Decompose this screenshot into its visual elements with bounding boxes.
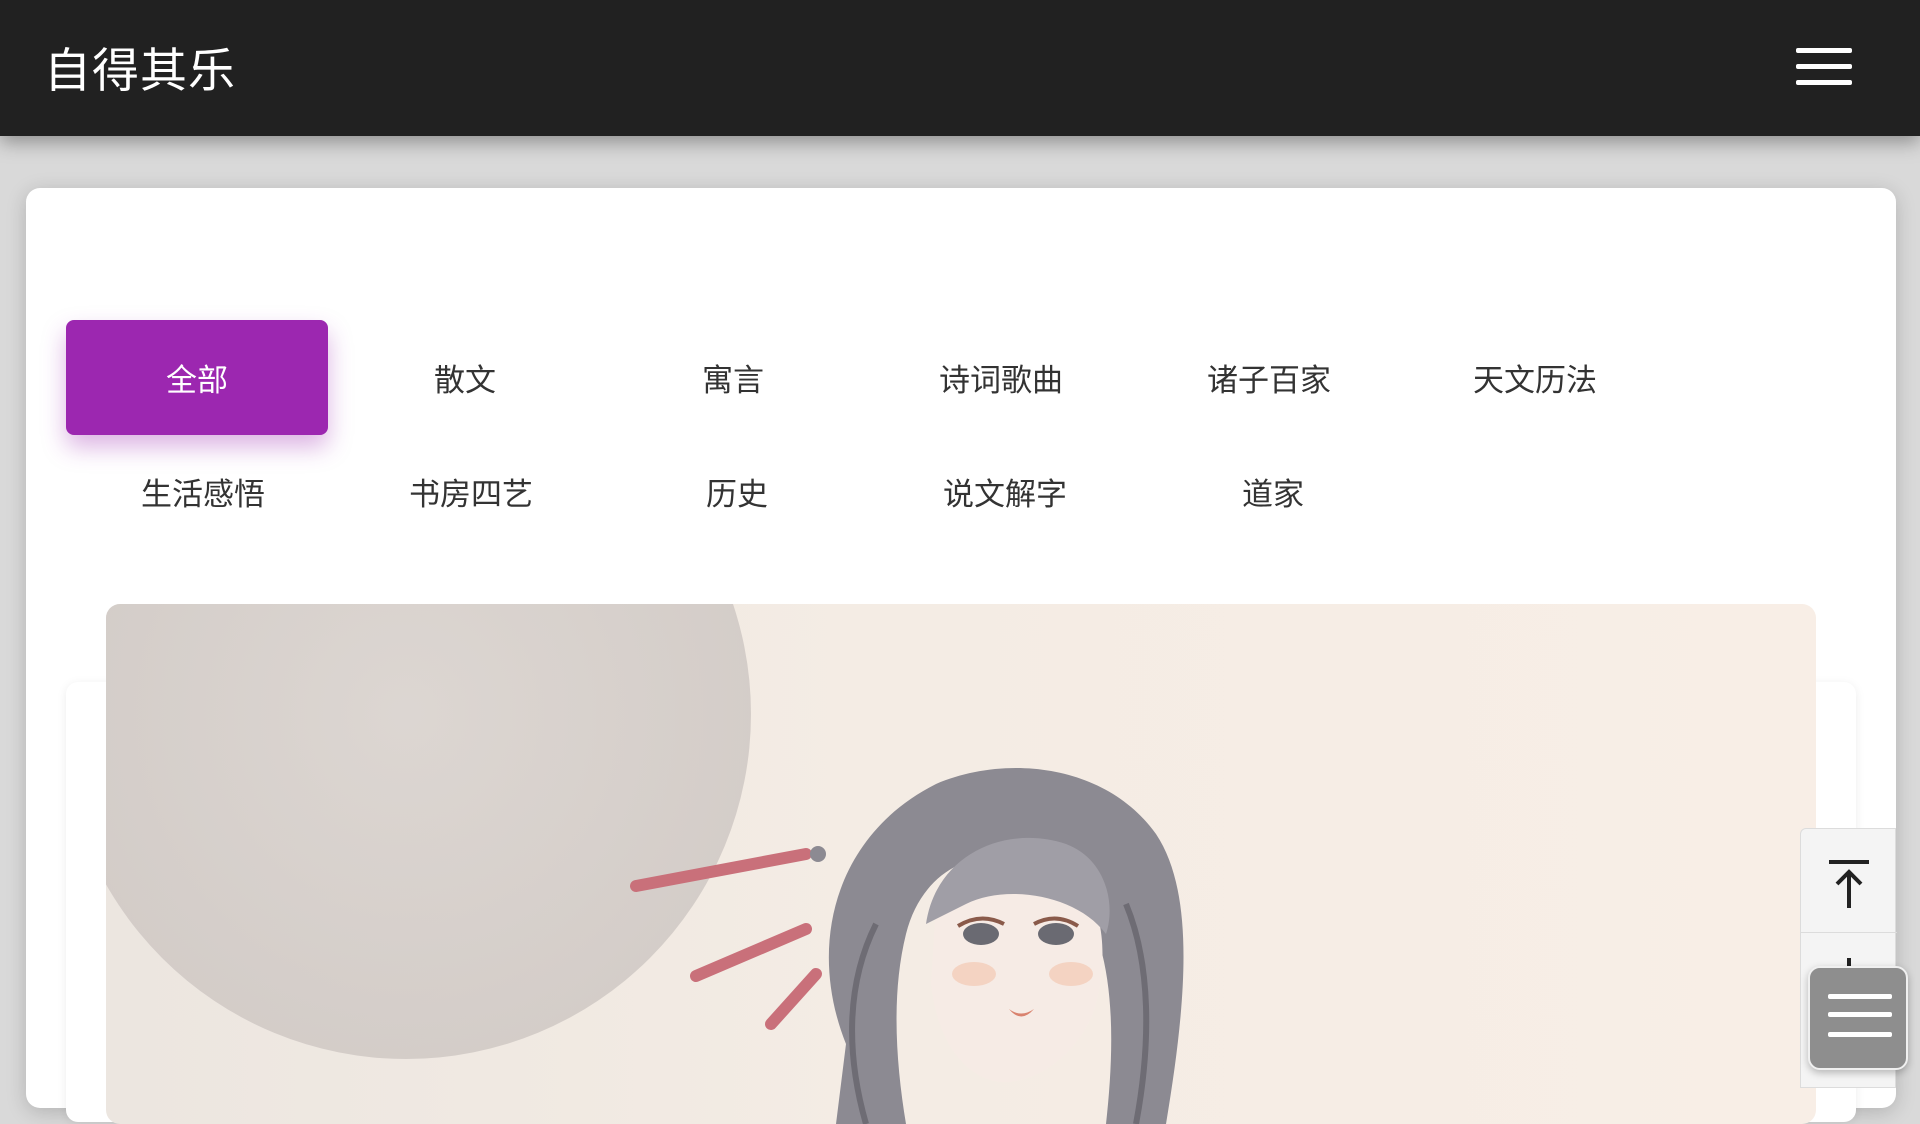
tab-etymology[interactable]: 说文解字 xyxy=(874,434,1136,549)
scroll-to-top-button[interactable] xyxy=(1801,837,1897,933)
tab-life[interactable]: 生活感悟 xyxy=(72,434,334,549)
illustration-graphic xyxy=(106,604,1184,1124)
tab-fable[interactable]: 寓言 xyxy=(602,320,864,435)
tab-astronomy[interactable]: 天文历法 xyxy=(1404,320,1666,435)
hamburger-menu-icon[interactable] xyxy=(1790,40,1854,94)
hairpin-3 xyxy=(765,968,822,1030)
tab-taoism[interactable]: 道家 xyxy=(1142,434,1404,549)
tab-all[interactable]: 全部 xyxy=(66,320,328,435)
list-icon[interactable] xyxy=(1808,966,1908,1070)
moon-shape xyxy=(106,604,751,1059)
featured-illustration[interactable] xyxy=(106,604,1816,1124)
arrow-up-to-line-icon xyxy=(1829,859,1869,908)
tab-prose[interactable]: 散文 xyxy=(334,320,596,435)
tab-history[interactable]: 历史 xyxy=(606,434,868,549)
site-title[interactable]: 自得其乐 xyxy=(44,32,236,101)
tab-philosophers[interactable]: 诸子百家 xyxy=(1138,320,1400,435)
tab-study-arts[interactable]: 书房四艺 xyxy=(340,434,602,549)
hairpin-2 xyxy=(690,923,812,982)
top-app-bar: 自得其乐 xyxy=(0,0,1920,136)
tab-poetry[interactable]: 诗词歌曲 xyxy=(870,320,1132,435)
